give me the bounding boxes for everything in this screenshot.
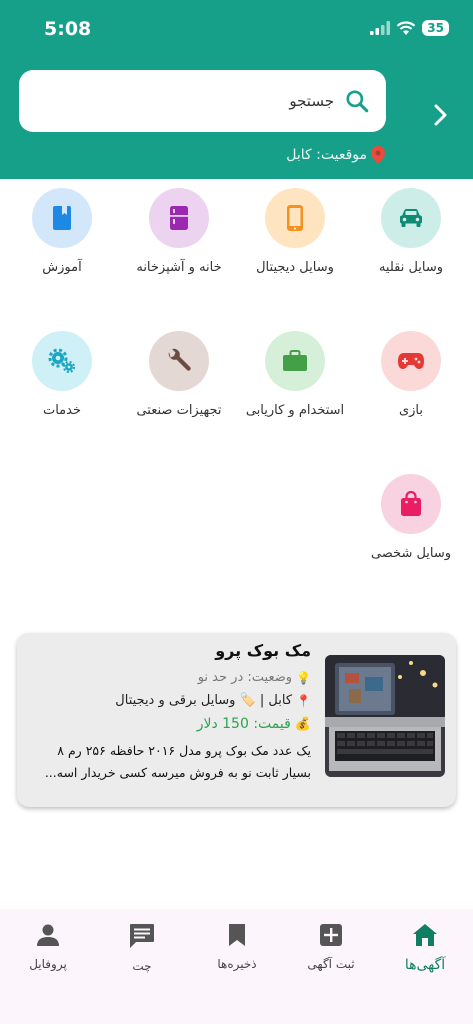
category-label: خدمات [42, 403, 82, 418]
gamepad-icon [398, 353, 424, 369]
listing-title: مک بوک پرو [215, 641, 311, 660]
category-education[interactable]: آموزش [2, 188, 122, 275]
fridge-icon [170, 206, 188, 230]
category-label: تجهیزات صنعتی [136, 403, 222, 418]
nav-ads[interactable]: آگهی‌ها [385, 923, 465, 973]
briefcase-icon [283, 350, 307, 371]
nav-post-ad[interactable]: ثبت آگهی [291, 923, 371, 971]
category-games[interactable]: بازی [351, 331, 471, 418]
category-icon-circle [32, 331, 92, 391]
category-icon-circle [265, 188, 325, 248]
pin-icon: 📍 [296, 693, 311, 708]
category-personal[interactable]: وسایل شخصی [351, 474, 471, 561]
status-time: 5:08 [44, 18, 92, 40]
chevron-right-icon[interactable] [431, 100, 451, 130]
listing-image [325, 655, 445, 777]
nav-saved[interactable]: ذخیره‌ها [197, 923, 277, 971]
search-placeholder: جستجو [289, 92, 334, 110]
nav-label: پروفایل [29, 957, 67, 971]
person-icon [37, 924, 59, 946]
category-digital[interactable]: وسایل دیجیتال [235, 188, 355, 275]
category-label: وسایل شخصی [370, 546, 452, 561]
add-box-icon [320, 924, 342, 946]
bag-icon [401, 491, 421, 516]
money-bag-icon: 💰 [294, 716, 311, 732]
listing-status-row: 💡 وضعیت: در حد نو [26, 670, 311, 685]
listing-location-row: 📍 کابل | 🏷️ وسایل برقی و دیجیتال [26, 693, 311, 708]
search-icon[interactable] [344, 88, 370, 114]
location-selector[interactable]: موقعیت: کابل [286, 146, 385, 164]
lightbulb-icon: 💡 [296, 670, 311, 685]
nav-label: ذخیره‌ها [217, 957, 257, 971]
category-vehicles[interactable]: وسایل نقلیه [351, 188, 471, 275]
category-industrial[interactable]: تجهیزات صنعتی [119, 331, 239, 418]
listing-price: قیمت: 150 دلار [196, 716, 291, 732]
signal-icon [370, 21, 391, 35]
category-icon-circle [149, 188, 209, 248]
listing-status: وضعیت: در حد نو [197, 670, 293, 685]
status-bar: 5:08 35 [0, 0, 473, 60]
category-icon-circle [381, 331, 441, 391]
listing-description: یک عدد مک بوک پرو مدل ۲۰۱۶ حافظه ۲۵۶ رم … [44, 743, 311, 780]
category-label: بازی [398, 403, 424, 418]
category-label: استخدام و کاریابی [245, 403, 345, 418]
listing-body: مک بوک پرو 💡 وضعیت: در حد نو 📍 کابل | 🏷️… [26, 641, 311, 784]
category-home-kitchen[interactable]: خانه و آشپزخانه [119, 188, 239, 275]
category-label: خانه و آشپزخانه [136, 260, 222, 275]
car-icon [400, 209, 422, 227]
search-input[interactable]: جستجو [19, 70, 386, 132]
gears-icon [48, 348, 76, 374]
location-label: موقعیت: کابل [286, 147, 367, 163]
category-label: وسایل دیجیتال [256, 260, 334, 275]
category-icon-circle [381, 474, 441, 534]
category-icon-circle [32, 188, 92, 248]
category-employment[interactable]: استخدام و کاریابی [235, 331, 355, 418]
battery-indicator: 35 [422, 20, 449, 36]
nav-label: چت [132, 959, 152, 973]
phone-icon [287, 205, 303, 231]
bookmark-icon [229, 924, 245, 946]
category-label: آموزش [42, 260, 82, 275]
chat-icon [130, 924, 154, 948]
nav-chat[interactable]: چت [102, 923, 182, 973]
app-header: 5:08 35 جستجو موقعیت: کابل [0, 0, 473, 179]
book-icon [53, 206, 71, 230]
category-icon-circle [381, 188, 441, 248]
home-icon [413, 924, 437, 946]
category-label: وسایل نقلیه [378, 260, 444, 275]
status-icons: 35 [370, 20, 449, 36]
category-icon-circle [149, 331, 209, 391]
laptop-photo [325, 655, 445, 777]
wrench-icon [168, 348, 191, 371]
bottom-navigation: آگهی‌ها ثبت آگهی ذخیره‌ها چت پروفایل [0, 909, 473, 1024]
wifi-icon [397, 20, 416, 35]
nav-profile[interactable]: پروفایل [8, 923, 88, 971]
listing-card[interactable]: مک بوک پرو 💡 وضعیت: در حد نو 📍 کابل | 🏷️… [17, 633, 456, 807]
listing-location-category: کابل | 🏷️ وسایل برقی و دیجیتال [115, 693, 293, 708]
nav-label: آگهی‌ها [404, 957, 446, 973]
location-pin-icon [371, 146, 385, 164]
category-services[interactable]: خدمات [2, 331, 122, 418]
nav-label: ثبت آگهی [307, 957, 355, 971]
category-icon-circle [265, 331, 325, 391]
listing-price-row: 💰 قیمت: 150 دلار [26, 716, 311, 732]
